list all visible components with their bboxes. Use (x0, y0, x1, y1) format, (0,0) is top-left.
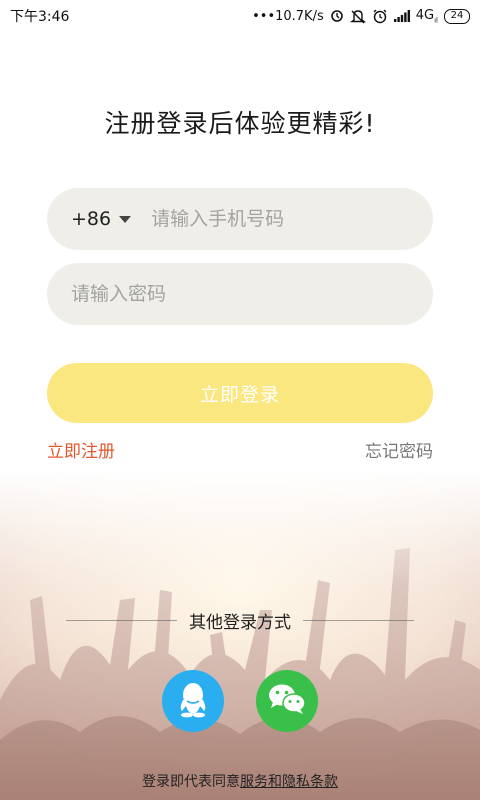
signal-icon (393, 10, 410, 22)
wechat-icon (267, 682, 307, 720)
divider-line (303, 619, 414, 621)
forgot-password-link[interactable]: 忘记密码 (365, 437, 433, 462)
other-login-divider: 其他登录方式 (66, 608, 414, 633)
concert-crowd-background (0, 470, 480, 800)
mute-icon (349, 9, 366, 24)
country-code: +86 (71, 208, 112, 230)
country-code-selector[interactable]: +86 (71, 208, 132, 230)
status-bar: 下午3:46 •••10.7K/s 4Gıl 24 (0, 0, 480, 32)
qq-icon (176, 680, 210, 722)
terms-notice: 登录即代表同意服务和隐私条款 (0, 771, 480, 791)
alarm-icon (372, 8, 388, 24)
login-button[interactable]: 立即登录 (47, 363, 433, 423)
status-time: 下午3:46 (10, 9, 70, 25)
password-field (47, 263, 433, 325)
terms-link[interactable]: 服务和隐私条款 (240, 774, 338, 790)
battery-indicator: 24 (444, 8, 470, 24)
qq-login-button[interactable] (162, 670, 224, 732)
divider-line (66, 619, 177, 621)
register-link[interactable]: 立即注册 (47, 437, 115, 462)
phone-field: +86 (47, 188, 433, 250)
terms-prefix: 登录即代表同意 (142, 774, 240, 790)
password-input[interactable] (71, 283, 433, 305)
network-speed: •••10.7K/s (252, 8, 324, 24)
other-login-label: 其他登录方式 (189, 612, 291, 633)
dropdown-caret-icon (119, 215, 132, 223)
phone-input[interactable] (151, 208, 433, 230)
wechat-login-button[interactable] (256, 670, 318, 732)
status-indicators: •••10.7K/s 4Gıl 24 (252, 7, 470, 25)
page-title: 注册登录后体验更精彩! (104, 109, 376, 138)
network-type: 4Gıl (415, 7, 438, 25)
data-saver-icon (330, 9, 344, 23)
